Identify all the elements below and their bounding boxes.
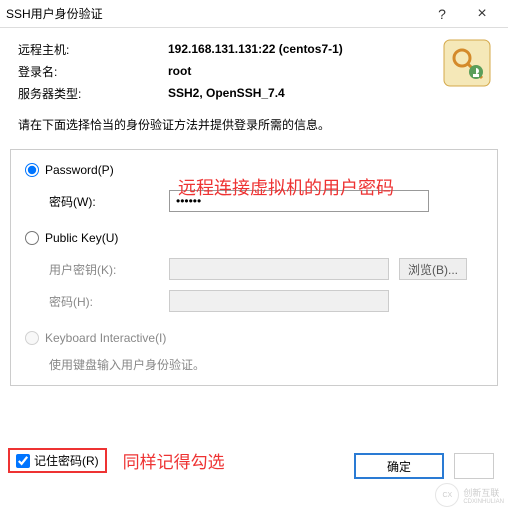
remote-host-value: 192.168.131.131:22 (centos7-1) bbox=[168, 42, 343, 56]
browse-button: 浏览(B)... bbox=[399, 258, 467, 280]
keyboard-interactive-note: 使用键盘输入用户身份验证。 bbox=[49, 356, 483, 373]
watermark-sub: CDXINHULIAN bbox=[463, 499, 504, 505]
help-button[interactable]: ? bbox=[422, 1, 462, 27]
close-button[interactable]: × bbox=[462, 1, 502, 27]
cancel-button[interactable] bbox=[454, 453, 494, 479]
key-icon bbox=[442, 38, 492, 88]
server-type-label: 服务器类型: bbox=[18, 85, 168, 102]
remote-host-label: 远程主机: bbox=[18, 41, 168, 58]
watermark-text: 创新互联 bbox=[463, 486, 504, 499]
userkey-label: 用户密钥(K): bbox=[49, 261, 159, 278]
password-input[interactable] bbox=[169, 190, 429, 212]
pk-password-label: 密码(H): bbox=[49, 293, 159, 310]
watermark-logo-icon: CX bbox=[435, 483, 459, 507]
window-title: SSH用户身份验证 bbox=[6, 5, 422, 22]
login-name-value: root bbox=[168, 64, 191, 78]
publickey-radio[interactable] bbox=[25, 231, 39, 245]
password-field-label: 密码(W): bbox=[49, 193, 159, 210]
keyboard-interactive-label: Keyboard Interactive(I) bbox=[45, 331, 166, 345]
userkey-input bbox=[169, 258, 389, 280]
password-radio-label: Password(P) bbox=[45, 163, 114, 177]
remember-password-label: 记住密码(R) bbox=[34, 452, 99, 469]
titlebar: SSH用户身份验证 ? × bbox=[0, 0, 508, 28]
remember-row: 记住密码(R) 同样记得勾选 bbox=[8, 448, 225, 473]
ok-button[interactable]: 确定 bbox=[354, 453, 444, 479]
server-type-value: SSH2, OpenSSH_7.4 bbox=[168, 86, 285, 100]
login-name-label: 登录名: bbox=[18, 63, 168, 80]
auth-method-group: Password(P) 密码(W): Public Key(U) 用户密钥(K)… bbox=[10, 149, 498, 386]
pk-password-input bbox=[169, 290, 389, 312]
connection-info: 远程主机: 192.168.131.131:22 (centos7-1) 登录名… bbox=[0, 28, 508, 108]
watermark: CX 创新互联 CDXINHULIAN bbox=[431, 481, 508, 509]
dialog-footer: 确定 bbox=[354, 453, 494, 479]
instruction-text: 请在下面选择恰当的身份验证方法并提供登录所需的信息。 bbox=[0, 108, 508, 143]
keyboard-interactive-radio bbox=[25, 331, 39, 345]
publickey-radio-label: Public Key(U) bbox=[45, 231, 118, 245]
remember-password-checkbox[interactable] bbox=[16, 454, 30, 468]
password-radio[interactable] bbox=[25, 163, 39, 177]
annotation-remember-hint: 同样记得勾选 bbox=[123, 448, 225, 473]
